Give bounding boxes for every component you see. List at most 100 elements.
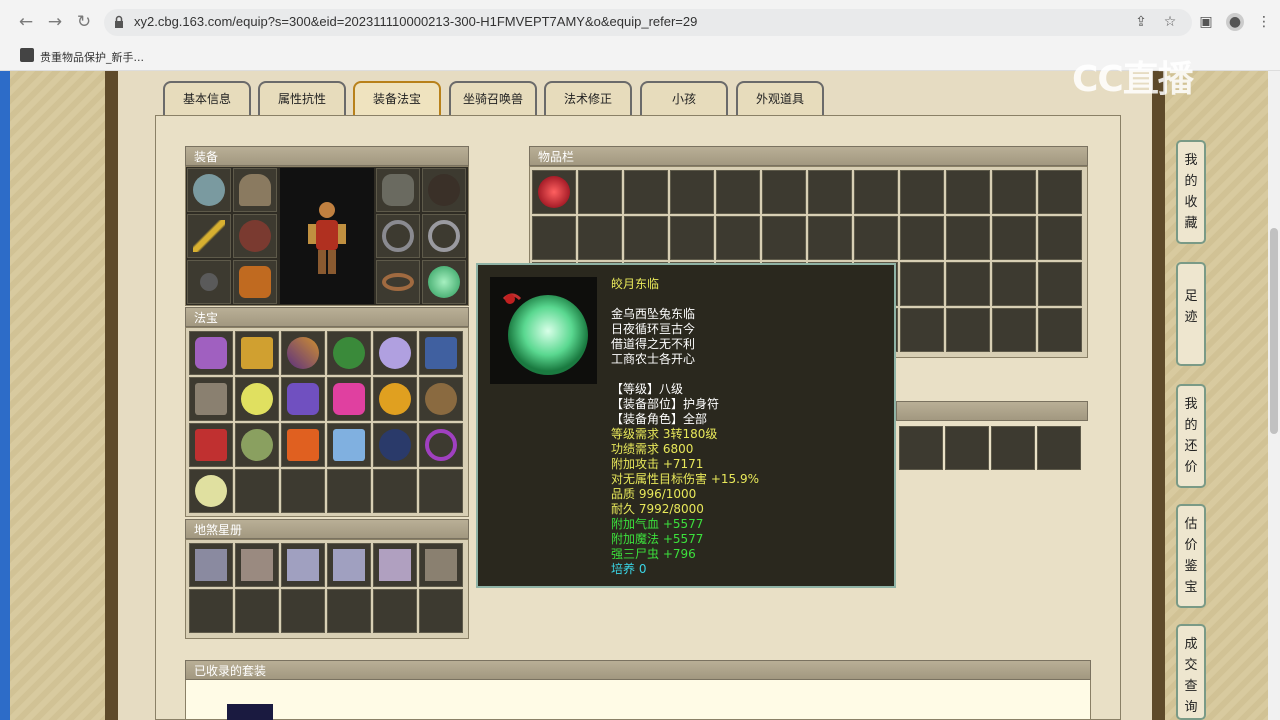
secondary-empty-slot[interactable] — [945, 426, 989, 470]
tab-mounts-pets[interactable]: 坐骑召唤兽 — [449, 81, 537, 115]
fabao-slot[interactable] — [235, 377, 279, 421]
fabao-slot[interactable] — [419, 423, 463, 467]
secondary-empty-slot[interactable] — [991, 426, 1035, 470]
tab-basic-info[interactable]: 基本信息 — [163, 81, 251, 115]
inventory-empty-slot[interactable] — [578, 216, 622, 260]
fabao-slot[interactable] — [235, 331, 279, 375]
dishaxing-card[interactable] — [281, 543, 325, 587]
inventory-empty-slot[interactable] — [946, 308, 990, 352]
equip-accessory1-slot[interactable] — [376, 168, 420, 212]
equip-amulet-slot[interactable] — [422, 260, 466, 304]
forward-icon[interactable]: → — [45, 12, 65, 32]
fabao-slot[interactable] — [189, 377, 233, 421]
dishaxing-card[interactable] — [235, 543, 279, 587]
inventory-empty-slot[interactable] — [624, 216, 668, 260]
side-nav-transactions[interactable]: 成交查询 — [1176, 624, 1206, 720]
equip-necklace-slot[interactable] — [187, 260, 231, 304]
secondary-empty-slot[interactable] — [899, 426, 943, 470]
tab-appearance[interactable]: 外观道具 — [736, 81, 824, 115]
side-nav-appraisal[interactable]: 估价鉴宝 — [1176, 504, 1206, 608]
inventory-empty-slot[interactable] — [900, 308, 944, 352]
inventory-empty-slot[interactable] — [808, 170, 852, 214]
side-nav-bargain[interactable]: 我的还价 — [1176, 384, 1206, 488]
inventory-empty-slot[interactable] — [670, 170, 714, 214]
equip-weapon-slot[interactable] — [187, 214, 231, 258]
fabao-slot[interactable] — [373, 423, 417, 467]
dishaxing-empty-slot[interactable] — [281, 589, 325, 633]
inventory-empty-slot[interactable] — [946, 262, 990, 306]
fabao-slot[interactable] — [281, 423, 325, 467]
inventory-empty-slot[interactable] — [854, 216, 898, 260]
inventory-empty-slot[interactable] — [762, 216, 806, 260]
inventory-empty-slot[interactable] — [716, 170, 760, 214]
fabao-slot[interactable] — [189, 331, 233, 375]
fabao-empty-slot[interactable] — [235, 469, 279, 513]
star-icon[interactable]: ☆ — [1161, 13, 1179, 31]
fabao-slot[interactable] — [189, 423, 233, 467]
inventory-empty-slot[interactable] — [1038, 308, 1082, 352]
equip-boots-slot[interactable] — [233, 260, 277, 304]
side-nav-favorites[interactable]: 我的收藏 — [1176, 140, 1206, 244]
secondary-empty-slot[interactable] — [1037, 426, 1081, 470]
dishaxing-card[interactable] — [327, 543, 371, 587]
inventory-empty-slot[interactable] — [992, 170, 1036, 214]
scrollbar-thumb[interactable] — [1270, 228, 1278, 434]
fabao-slot[interactable] — [281, 331, 325, 375]
dishaxing-empty-slot[interactable] — [373, 589, 417, 633]
equip-ring2-slot[interactable] — [422, 214, 466, 258]
equip-accessory2-slot[interactable] — [422, 168, 466, 212]
equip-bracelet-slot[interactable] — [376, 260, 420, 304]
fabao-empty-slot[interactable] — [327, 469, 371, 513]
dishaxing-card[interactable] — [373, 543, 417, 587]
dishaxing-empty-slot[interactable] — [189, 589, 233, 633]
fabao-slot[interactable] — [281, 377, 325, 421]
inventory-empty-slot[interactable] — [1038, 170, 1082, 214]
tab-attributes[interactable]: 属性抗性 — [258, 81, 346, 115]
fabao-slot[interactable] — [327, 423, 371, 467]
fabao-empty-slot[interactable] — [373, 469, 417, 513]
dishaxing-empty-slot[interactable] — [327, 589, 371, 633]
dishaxing-empty-slot[interactable] — [419, 589, 463, 633]
side-nav-history[interactable]: 足迹 — [1176, 262, 1206, 366]
reload-icon[interactable]: ↻ — [74, 12, 94, 32]
bookmark-item[interactable]: 贵重物品保护_新手... — [40, 49, 144, 65]
inventory-empty-slot[interactable] — [624, 170, 668, 214]
fabao-slot[interactable] — [235, 423, 279, 467]
tab-spell-mods[interactable]: 法术修正 — [544, 81, 632, 115]
inventory-empty-slot[interactable] — [532, 216, 576, 260]
equip-cape-slot[interactable] — [187, 168, 231, 212]
sidebar-icon[interactable]: ▣ — [1197, 13, 1215, 31]
fabao-slot[interactable] — [327, 377, 371, 421]
inventory-empty-slot[interactable] — [900, 262, 944, 306]
profile-icon[interactable]: ● — [1226, 13, 1244, 31]
inventory-empty-slot[interactable] — [900, 170, 944, 214]
fabao-slot[interactable] — [419, 331, 463, 375]
fabao-empty-slot[interactable] — [281, 469, 325, 513]
inventory-empty-slot[interactable] — [762, 170, 806, 214]
inventory-empty-slot[interactable] — [900, 216, 944, 260]
dishaxing-card[interactable] — [419, 543, 463, 587]
fabao-slot[interactable] — [373, 331, 417, 375]
inventory-empty-slot[interactable] — [578, 170, 622, 214]
equip-hat-slot[interactable] — [233, 168, 277, 212]
inventory-empty-slot[interactable] — [946, 170, 990, 214]
inventory-empty-slot[interactable] — [808, 216, 852, 260]
back-icon[interactable]: ← — [16, 12, 36, 32]
inventory-empty-slot[interactable] — [854, 170, 898, 214]
equip-armor-slot[interactable] — [233, 214, 277, 258]
equip-ring1-slot[interactable] — [376, 214, 420, 258]
inventory-empty-slot[interactable] — [992, 216, 1036, 260]
fabao-slot[interactable] — [189, 469, 233, 513]
dishaxing-empty-slot[interactable] — [235, 589, 279, 633]
inventory-slot[interactable] — [532, 170, 576, 214]
tab-children[interactable]: 小孩 — [640, 81, 728, 115]
menu-icon[interactable]: ⋮ — [1255, 13, 1273, 31]
address-bar[interactable]: xy2.cbg.163.com/equip?s=300&eid=20231111… — [104, 9, 1192, 36]
inventory-empty-slot[interactable] — [946, 216, 990, 260]
fabao-slot[interactable] — [373, 377, 417, 421]
inventory-empty-slot[interactable] — [992, 262, 1036, 306]
suit-item-icon[interactable] — [227, 704, 273, 720]
inventory-empty-slot[interactable] — [1038, 262, 1082, 306]
dishaxing-card[interactable] — [189, 543, 233, 587]
fabao-slot[interactable] — [419, 377, 463, 421]
